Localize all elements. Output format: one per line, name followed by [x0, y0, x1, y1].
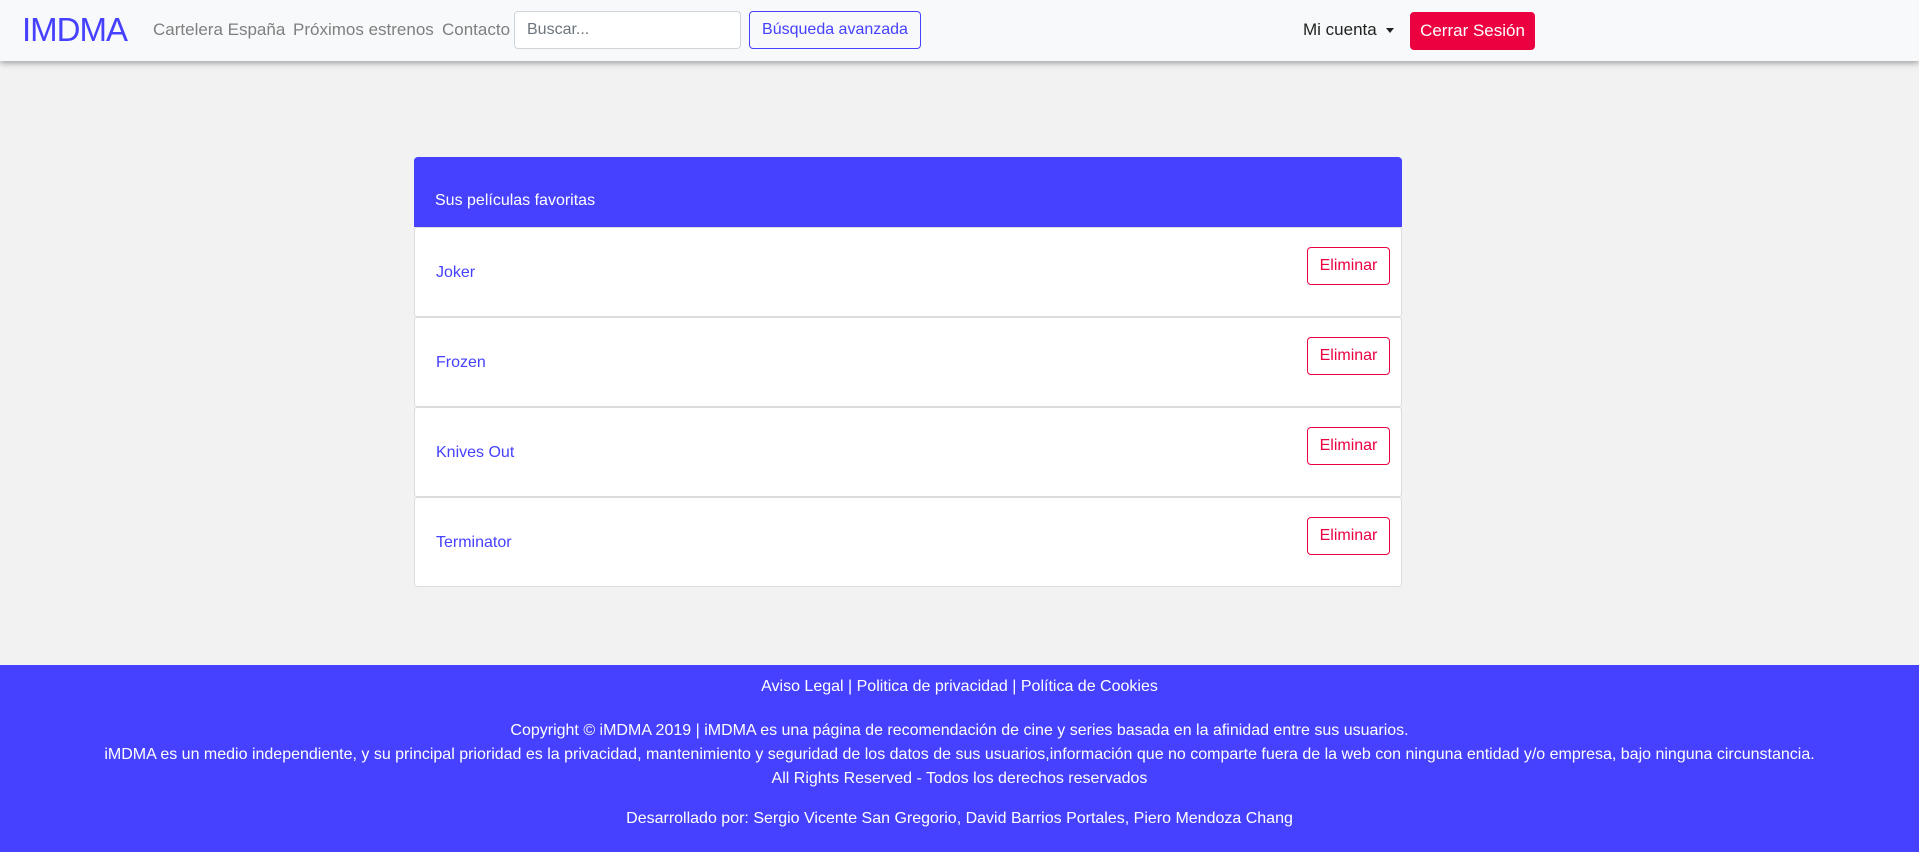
remove-favorite-button[interactable]: Eliminar — [1307, 517, 1390, 555]
footer-separator: | — [843, 678, 857, 695]
footer-copyright: Copyright © iMDMA 2019 | iMDMA es una pá… — [510, 722, 1409, 739]
advanced-search-button[interactable]: Búsqueda avanzada — [749, 11, 921, 49]
footer-link-cookies[interactable]: Política de Cookies — [1021, 678, 1158, 695]
favorite-item: Joker Eliminar — [414, 227, 1402, 317]
remove-favorite-button[interactable]: Eliminar — [1307, 337, 1390, 375]
site-footer: Aviso Legal | Politica de privacidad | P… — [0, 665, 1919, 852]
caret-down-icon — [1385, 28, 1394, 33]
favorites-title: Sus películas favoritas — [435, 192, 596, 209]
nav-link-cartelera[interactable]: Cartelera España — [153, 20, 285, 40]
site-logo[interactable]: IMDMA — [22, 13, 128, 47]
account-label: Mi cuenta — [1303, 20, 1377, 39]
favorites-card: Sus películas favoritas Joker Eliminar F… — [414, 157, 1402, 587]
remove-favorite-button[interactable]: Eliminar — [1307, 247, 1390, 285]
footer-link-privacidad[interactable]: Politica de privacidad — [857, 678, 1008, 695]
favorite-title-link[interactable]: Terminator — [436, 534, 512, 552]
remove-favorite-button[interactable]: Eliminar — [1307, 427, 1390, 465]
nav-link-contacto[interactable]: Contacto — [442, 20, 510, 40]
search-input[interactable] — [514, 11, 741, 49]
favorite-item: Knives Out Eliminar — [414, 407, 1402, 497]
footer-legal-links: Aviso Legal | Politica de privacidad | P… — [0, 677, 1919, 697]
favorites-header: Sus películas favoritas — [414, 157, 1402, 227]
footer-link-aviso-legal[interactable]: Aviso Legal — [761, 678, 843, 695]
favorite-item: Terminator Eliminar — [414, 497, 1402, 587]
top-navbar: IMDMA Cartelera España Próximos estrenos… — [0, 0, 1919, 61]
footer-rights: All Rights Reserved - Todos los derechos… — [771, 770, 1148, 787]
favorite-title-link[interactable]: Frozen — [436, 354, 486, 372]
favorite-title-link[interactable]: Knives Out — [436, 444, 514, 462]
favorite-title-link[interactable]: Joker — [436, 264, 475, 282]
logout-button[interactable]: Cerrar Sesión — [1410, 12, 1535, 50]
footer-developers: Desarrollado por: Sergio Vicente San Gre… — [626, 810, 1293, 827]
favorite-item: Frozen Eliminar — [414, 317, 1402, 407]
footer-separator: | — [1007, 678, 1021, 695]
nav-link-proximos-estrenos[interactable]: Próximos estrenos — [293, 20, 434, 40]
footer-privacy-statement: iMDMA es un medio independiente, y su pr… — [104, 746, 1815, 763]
account-dropdown[interactable]: Mi cuenta — [1303, 20, 1394, 40]
